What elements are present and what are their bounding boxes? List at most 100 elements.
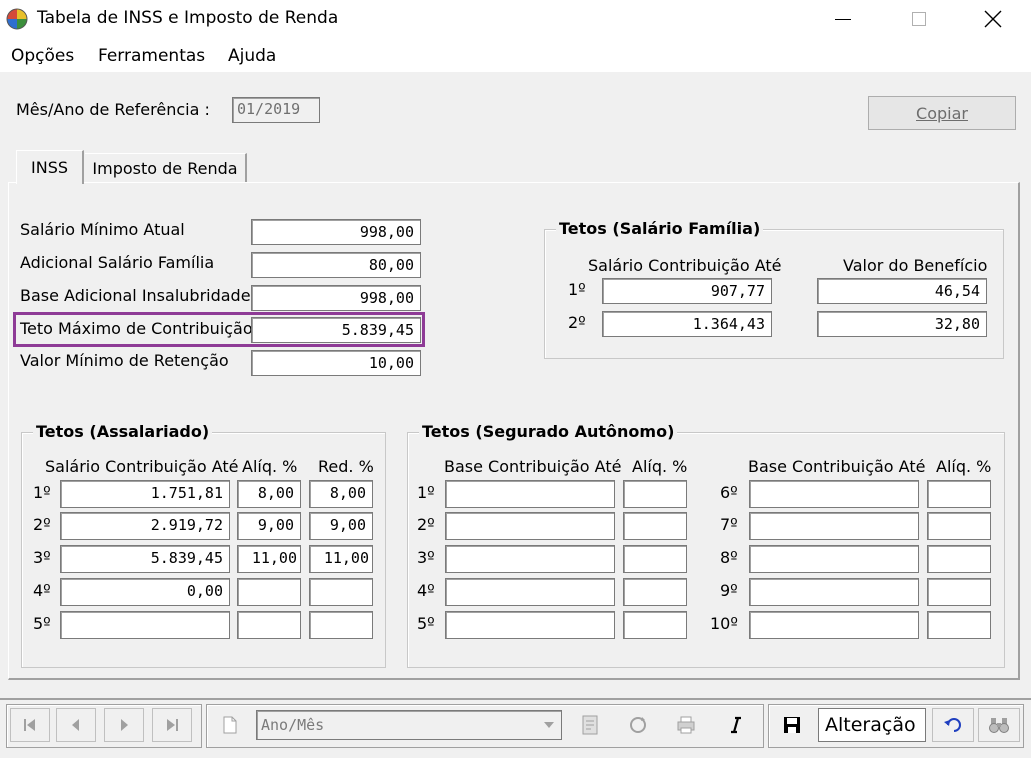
tab-imposto-label: Imposto de Renda: [92, 158, 238, 178]
first-record-button[interactable]: [10, 708, 50, 742]
last-record-button[interactable]: [152, 708, 192, 742]
sf-row-2-label: 2º: [568, 313, 586, 332]
base-insalubridade-label: Base Adicional Insalubridade: [20, 286, 251, 305]
maximize-button[interactable]: [884, 0, 954, 38]
au-row-5-base-field[interactable]: [445, 611, 615, 639]
au-row-4-label: 4º: [417, 581, 435, 600]
sf-row-2-base-field[interactable]: 1.364,43: [602, 311, 772, 337]
menu-bar: Opções Ferramentas Ajuda: [0, 38, 1031, 72]
as-row-2-base-field[interactable]: 2.919,72: [60, 512, 230, 540]
app-globe-icon: [6, 8, 28, 30]
au-row-1-aliq-field[interactable]: [623, 480, 687, 508]
menu-ajuda[interactable]: Ajuda: [228, 46, 276, 66]
au-row-3-aliq-field[interactable]: [623, 545, 687, 573]
teto-maximo-label: Teto Máximo de Contribuição: [20, 319, 253, 338]
teto-maximo-field[interactable]: 5.839,45: [251, 317, 421, 343]
window-title: Tabela de INSS e Imposto de Renda: [37, 8, 339, 28]
as-row-2-red-field[interactable]: 9,00: [309, 512, 373, 540]
au-row-8-label: 8º: [720, 548, 738, 567]
au-row-8-aliq-field[interactable]: [927, 545, 991, 573]
base-insalubridade-field[interactable]: 998,00: [251, 285, 421, 311]
bottom-toolbar: Ano/Mês Alteração: [0, 698, 1031, 750]
au-row-10-label: 10º: [710, 614, 738, 633]
as-row-4-base-field[interactable]: 0,00: [60, 578, 230, 606]
au-row-2-base-field[interactable]: [445, 512, 615, 540]
binoculars-icon: [989, 718, 1009, 733]
as-row-1-aliq-field[interactable]: 8,00: [237, 480, 301, 508]
as-row-3-red-field[interactable]: 11,00: [309, 545, 373, 573]
ano-mes-combo[interactable]: Ano/Mês: [256, 710, 562, 740]
as-row-5-aliq-field[interactable]: [237, 611, 301, 639]
au-left-col-base-header: Base Contribuição Até: [444, 457, 622, 476]
au-row-5-aliq-field[interactable]: [623, 611, 687, 639]
mode-indicator: Alteração: [818, 708, 926, 742]
combo-dropdown-button[interactable]: [538, 712, 560, 738]
au-row-7-aliq-field[interactable]: [927, 512, 991, 540]
au-row-7-label: 7º: [720, 515, 738, 534]
sf-row-1-base-field[interactable]: 907,77: [602, 278, 772, 304]
sf-row-1-value-field[interactable]: 46,54: [817, 278, 987, 304]
as-row-5-red-field[interactable]: [309, 611, 373, 639]
au-row-3-base-field[interactable]: [445, 545, 615, 573]
adicional-salario-familia-label: Adicional Salário Família: [20, 253, 215, 272]
au-row-6-base-field[interactable]: [749, 480, 919, 508]
as-row-2-aliq-field[interactable]: 9,00: [237, 512, 301, 540]
print-icon: [677, 716, 695, 734]
close-button[interactable]: [958, 0, 1028, 38]
search-button[interactable]: [978, 708, 1020, 742]
first-icon: [24, 719, 35, 731]
valor-minimo-field[interactable]: 10,00: [251, 350, 421, 376]
au-row-6-aliq-field[interactable]: [927, 480, 991, 508]
au-row-1-base-field[interactable]: [445, 480, 615, 508]
au-row-4-aliq-field[interactable]: [623, 578, 687, 606]
au-row-9-aliq-field[interactable]: [927, 578, 991, 606]
refresh-icon: [630, 717, 646, 733]
au-row-4-base-field[interactable]: [445, 578, 615, 606]
as-row-2-label: 2º: [33, 515, 51, 534]
as-row-4-aliq-field[interactable]: [237, 578, 301, 606]
menu-ferramentas[interactable]: Ferramentas: [98, 46, 205, 66]
as-row-1-red-field[interactable]: 8,00: [309, 480, 373, 508]
save-icon: [784, 717, 800, 733]
au-row-8-base-field[interactable]: [749, 545, 919, 573]
as-row-4-label: 4º: [33, 581, 51, 600]
sf-row-1-label: 1º: [568, 280, 586, 299]
au-row-2-aliq-field[interactable]: [623, 512, 687, 540]
as-row-4-red-field[interactable]: [309, 578, 373, 606]
refresh-button[interactable]: [618, 708, 658, 742]
au-row-9-label: 9º: [720, 581, 738, 600]
minimize-icon: [835, 18, 851, 20]
report-button[interactable]: [570, 708, 610, 742]
salario-familia-title: Tetos (Salário Família): [556, 219, 764, 238]
as-row-3-aliq-field[interactable]: 11,00: [237, 545, 301, 573]
minimize-button[interactable]: [808, 0, 878, 38]
au-row-10-aliq-field[interactable]: [927, 611, 991, 639]
as-row-3-base-field[interactable]: 5.839,45: [60, 545, 230, 573]
as-row-1-base-field[interactable]: 1.751,81: [60, 480, 230, 508]
sf-col-value-header: Valor do Benefício: [843, 256, 988, 275]
tab-inss[interactable]: INSS: [16, 150, 84, 184]
au-left-col-aliq-header: Alíq. %: [632, 457, 688, 476]
adicional-salario-familia-field[interactable]: 80,00: [251, 252, 421, 278]
print-button[interactable]: [666, 708, 706, 742]
prev-record-button[interactable]: [56, 708, 96, 742]
au-right-col-aliq-header: Alíq. %: [936, 457, 992, 476]
salario-minimo-field[interactable]: 998,00: [251, 219, 421, 245]
new-document-button[interactable]: [210, 708, 250, 742]
italic-button[interactable]: [716, 708, 756, 742]
last-icon: [167, 719, 178, 731]
menu-opcoes[interactable]: Opções: [11, 46, 74, 66]
salario-minimo-label: Salário Mínimo Atual: [20, 220, 185, 239]
next-record-button[interactable]: [104, 708, 144, 742]
as-row-5-base-field[interactable]: [60, 611, 230, 639]
save-button[interactable]: [772, 708, 812, 742]
au-row-7-base-field[interactable]: [749, 512, 919, 540]
au-row-10-base-field[interactable]: [749, 611, 919, 639]
sf-row-2-value-field[interactable]: 32,80: [817, 311, 987, 337]
next-icon: [121, 719, 128, 731]
undo-button[interactable]: [932, 708, 974, 742]
tab-imposto-de-renda[interactable]: Imposto de Renda: [85, 153, 247, 182]
copy-button[interactable]: Copiar: [868, 96, 1016, 130]
reference-label: Mês/Ano de Referência :: [16, 100, 210, 119]
au-row-9-base-field[interactable]: [749, 578, 919, 606]
